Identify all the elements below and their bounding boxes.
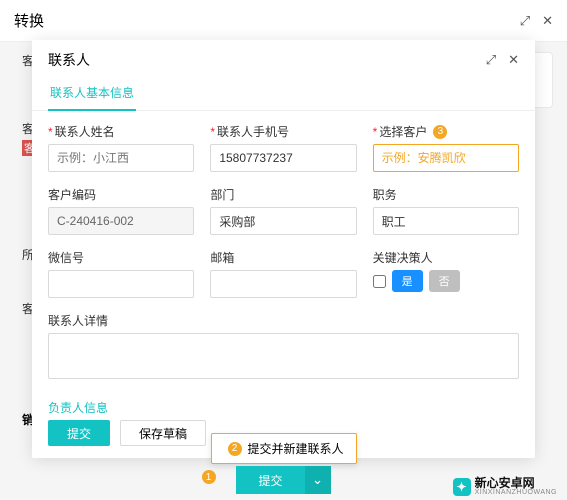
label-email: 邮箱 [210,249,234,266]
outer-submit-button[interactable]: 提交 [236,466,304,494]
watermark-sub: XINXINANZHUOWANG [475,489,557,496]
input-phone[interactable] [210,144,356,172]
modal-submit-button[interactable]: 提交 [48,420,110,446]
contact-modal: 联系人 ⤢ ✕ 联系人基本信息 *联系人姓名 *联系人手机号 *选择客户3 [32,40,535,458]
outer-title: 转换 [14,10,44,31]
modal-title: 联系人 [48,50,90,70]
logo-icon: ✦ [453,478,471,496]
input-title[interactable] [373,207,519,235]
chevron-down-icon: ⌄ [312,472,323,488]
label-name: 联系人姓名 [55,123,115,140]
label-customer: 选择客户 [379,123,427,140]
label-title: 职务 [373,186,397,203]
close-icon[interactable]: ✕ [542,13,553,29]
submit-popover[interactable]: 2 提交并新建联系人 [210,433,356,464]
outer-submit-dropdown[interactable]: ⌄ [305,466,331,494]
close-icon[interactable]: ✕ [508,52,519,68]
popover-text: 提交并新建联系人 [247,440,343,457]
toggle-no[interactable]: 否 [429,270,460,292]
badge-3: 3 [433,125,447,139]
input-customer[interactable] [373,144,519,172]
label-phone: 联系人手机号 [217,123,289,140]
watermark: ✦ 新心安卓网 XINXINANZHUOWANG [453,477,557,496]
label-decision: 关键决策人 [373,249,433,266]
input-name[interactable] [48,144,194,172]
badge-1: 1 [202,470,216,484]
input-dept[interactable] [210,207,356,235]
input-cust-code [48,207,194,235]
badge-2: 2 [227,442,241,456]
input-wechat[interactable] [48,270,194,298]
label-wechat: 微信号 [48,249,84,266]
watermark-name: 新心安卓网 [475,477,557,489]
section-owner-info: 负责人信息 [48,393,519,414]
input-email[interactable] [210,270,356,298]
tab-basic-info[interactable]: 联系人基本信息 [48,78,136,111]
expand-icon[interactable]: ⤢ [520,13,530,29]
toggle-yes[interactable]: 是 [392,270,423,292]
save-draft-button[interactable]: 保存草稿 [120,420,206,446]
textarea-detail[interactable] [48,333,519,379]
label-detail: 联系人详情 [48,312,108,329]
decision-checkbox[interactable] [373,275,386,288]
label-dept: 部门 [210,186,234,203]
label-cust-code: 客户编码 [48,186,96,203]
expand-icon[interactable]: ⤢ [486,52,496,68]
